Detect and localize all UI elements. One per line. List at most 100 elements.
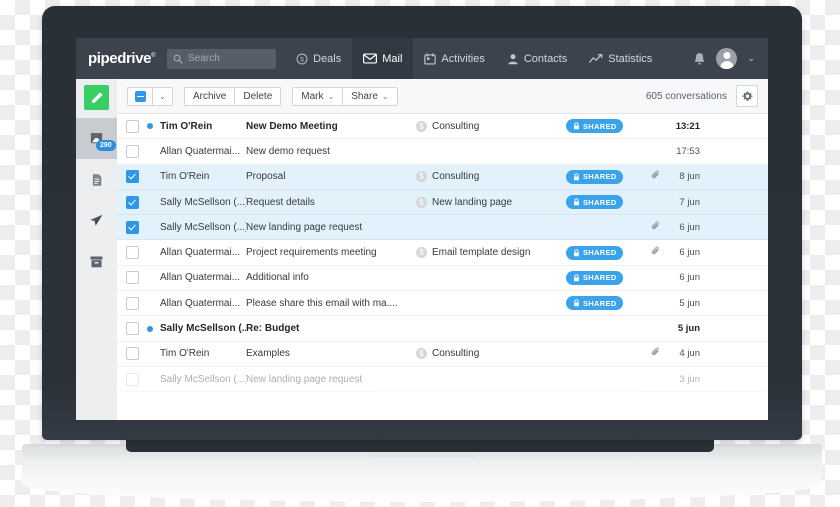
row-checkbox[interactable] (126, 195, 139, 209)
row-subject: Re: Budget (246, 323, 300, 335)
row-attachment-col (644, 347, 666, 360)
bell-icon[interactable] (693, 52, 706, 66)
row-checkbox[interactable] (126, 246, 139, 260)
mail-row[interactable]: Tim O'Rein New Demo Meeting $ Consulting SHA… (117, 114, 768, 140)
unread-dot (147, 275, 153, 281)
mark-label: Mark (301, 90, 324, 102)
archive-button[interactable]: Archive (184, 86, 236, 106)
avatar[interactable] (716, 48, 738, 69)
select-all-dropdown[interactable]: ⌄ (153, 86, 173, 106)
row-checkbox[interactable] (126, 119, 139, 133)
shared-label: SHARED (583, 172, 617, 182)
row-sender: Sally McSellson (...) (160, 323, 246, 335)
row-time: 5 jun (677, 323, 700, 335)
mark-button[interactable]: Mark ⌄ (292, 86, 344, 106)
screen: pipedrive® Search $ Deals Mail Activitie… (76, 38, 768, 420)
nav-item-mail[interactable]: Mail (352, 38, 414, 79)
select-all-checkbox[interactable] (127, 86, 153, 106)
row-subject: Additional info (246, 272, 309, 284)
deal-dollar-icon: $ (416, 348, 427, 360)
nav-item-activities[interactable]: Activities (413, 38, 495, 79)
archive-delete-group: Archive Delete (184, 86, 282, 106)
unread-dot (147, 174, 153, 180)
mail-row[interactable]: Allan Quatermai... New demo request 17:53 (117, 139, 768, 165)
row-shared-col: SHARED (566, 245, 644, 260)
nav-item-deals-label: Deals (313, 52, 342, 65)
shared-label: SHARED (583, 273, 617, 283)
compose-button[interactable] (84, 85, 109, 110)
archive-box-icon (90, 255, 103, 267)
row-time: 4 jun (679, 348, 700, 360)
mail-row[interactable]: Allan Quatermai... Additional info SHARED 6… (117, 266, 768, 292)
unread-dot (147, 250, 153, 256)
row-checkbox[interactable] (126, 220, 139, 234)
mail-row[interactable]: Allan Quatermai... Please share this emai… (117, 291, 768, 317)
lock-icon (574, 274, 579, 282)
app-logo[interactable]: pipedrive® (88, 50, 156, 67)
rail-item-archive[interactable] (76, 241, 117, 282)
unread-dot (147, 148, 153, 154)
row-deal[interactable]: $ Consulting (416, 120, 566, 132)
row-checkbox[interactable] (126, 271, 139, 285)
deal-dollar-icon: $ (416, 247, 427, 259)
shared-badge: SHARED (566, 169, 624, 184)
nav-item-statistics[interactable]: Statistics (578, 38, 663, 79)
nav-item-activities-label: Activities (441, 52, 485, 65)
rail-item-inbox[interactable]: 290 (76, 118, 117, 159)
row-sender: Sally McSellson (...) (160, 196, 246, 208)
row-attachment-col (644, 221, 666, 234)
row-deal[interactable]: $ Consulting (416, 348, 566, 360)
inbox-unread-badge: 290 (96, 140, 116, 151)
mail-row[interactable]: Sally McSellson (...) New landing page re… (117, 215, 768, 241)
laptop-lid: pipedrive® Search $ Deals Mail Activitie… (42, 6, 802, 440)
mail-row[interactable]: Sally McSellson (...) Request details $ New… (117, 189, 768, 216)
row-checkbox[interactable] (126, 144, 139, 158)
nav-item-deals[interactable]: $ Deals (285, 38, 352, 79)
row-deal[interactable]: $ Consulting (416, 171, 566, 183)
rail-item-sent[interactable] (76, 200, 117, 241)
row-deal-label: Email template design (432, 247, 531, 259)
nav-item-contacts[interactable]: Contacts (496, 38, 578, 79)
row-checkbox[interactable] (126, 170, 139, 184)
laptop-mockup-scene: pipedrive® Search $ Deals Mail Activitie… (0, 0, 840, 507)
nav-right-cluster: ⌄ (693, 48, 768, 69)
row-checkbox[interactable] (126, 296, 139, 310)
mail-row[interactable]: Tim O'Rein Proposal $ Consulting SHARED 8 jun (117, 164, 768, 190)
svg-text:$: $ (300, 56, 304, 63)
registered-mark: ® (151, 53, 156, 59)
shared-label: SHARED (583, 121, 617, 131)
row-subject: Please share this email with ma.... (246, 297, 398, 309)
share-label: Share (351, 90, 378, 102)
row-shared-col: SHARED (566, 296, 644, 311)
row-deal[interactable]: $ Email template design (416, 247, 566, 259)
share-button[interactable]: Share ⌄ (343, 86, 398, 106)
unread-dot (147, 199, 153, 205)
row-checkbox[interactable] (126, 372, 139, 386)
delete-button[interactable]: Delete (235, 86, 282, 106)
mail-row[interactable]: Allan Quatermai... Project requirements m… (117, 240, 768, 266)
drafts-document-icon (92, 173, 101, 186)
lock-icon (574, 249, 579, 256)
mail-row[interactable]: Tim O'Rein Examples $ Consulting 4 jun (117, 342, 768, 367)
row-shared-col: SHARED (566, 119, 644, 134)
row-time: 5 jun (679, 297, 700, 309)
row-sender: Sally McSellson (...) (160, 221, 246, 233)
settings-button[interactable] (736, 85, 758, 107)
row-shared-col: SHARED (566, 169, 644, 184)
mail-row[interactable]: Sally McSellson (...) New landing page re… (117, 367, 768, 393)
row-deal[interactable]: $ New landing page (416, 196, 566, 208)
row-sender: Tim O'Rein (160, 120, 213, 132)
shared-badge: SHARED (566, 296, 624, 311)
sent-paper-plane-icon (90, 214, 103, 226)
search-input[interactable]: Search (167, 48, 277, 69)
rail-item-drafts[interactable] (76, 159, 117, 200)
list-toolbar: ⌄ Archive Delete Mark ⌄ Share ⌄ 605 conv… (117, 79, 768, 114)
row-shared-col: SHARED (566, 195, 644, 210)
row-checkbox[interactable] (126, 322, 139, 336)
mail-list[interactable]: Tim O'Rein New Demo Meeting $ Consulting SHA… (117, 114, 768, 420)
conversation-count: 605 conversations (645, 90, 727, 102)
chevron-down-icon[interactable]: ⌄ (747, 53, 755, 64)
search-icon (173, 54, 183, 64)
mail-row[interactable]: Sally McSellson (...) Re: Budget 5 jun (117, 316, 768, 342)
row-checkbox[interactable] (126, 347, 139, 361)
